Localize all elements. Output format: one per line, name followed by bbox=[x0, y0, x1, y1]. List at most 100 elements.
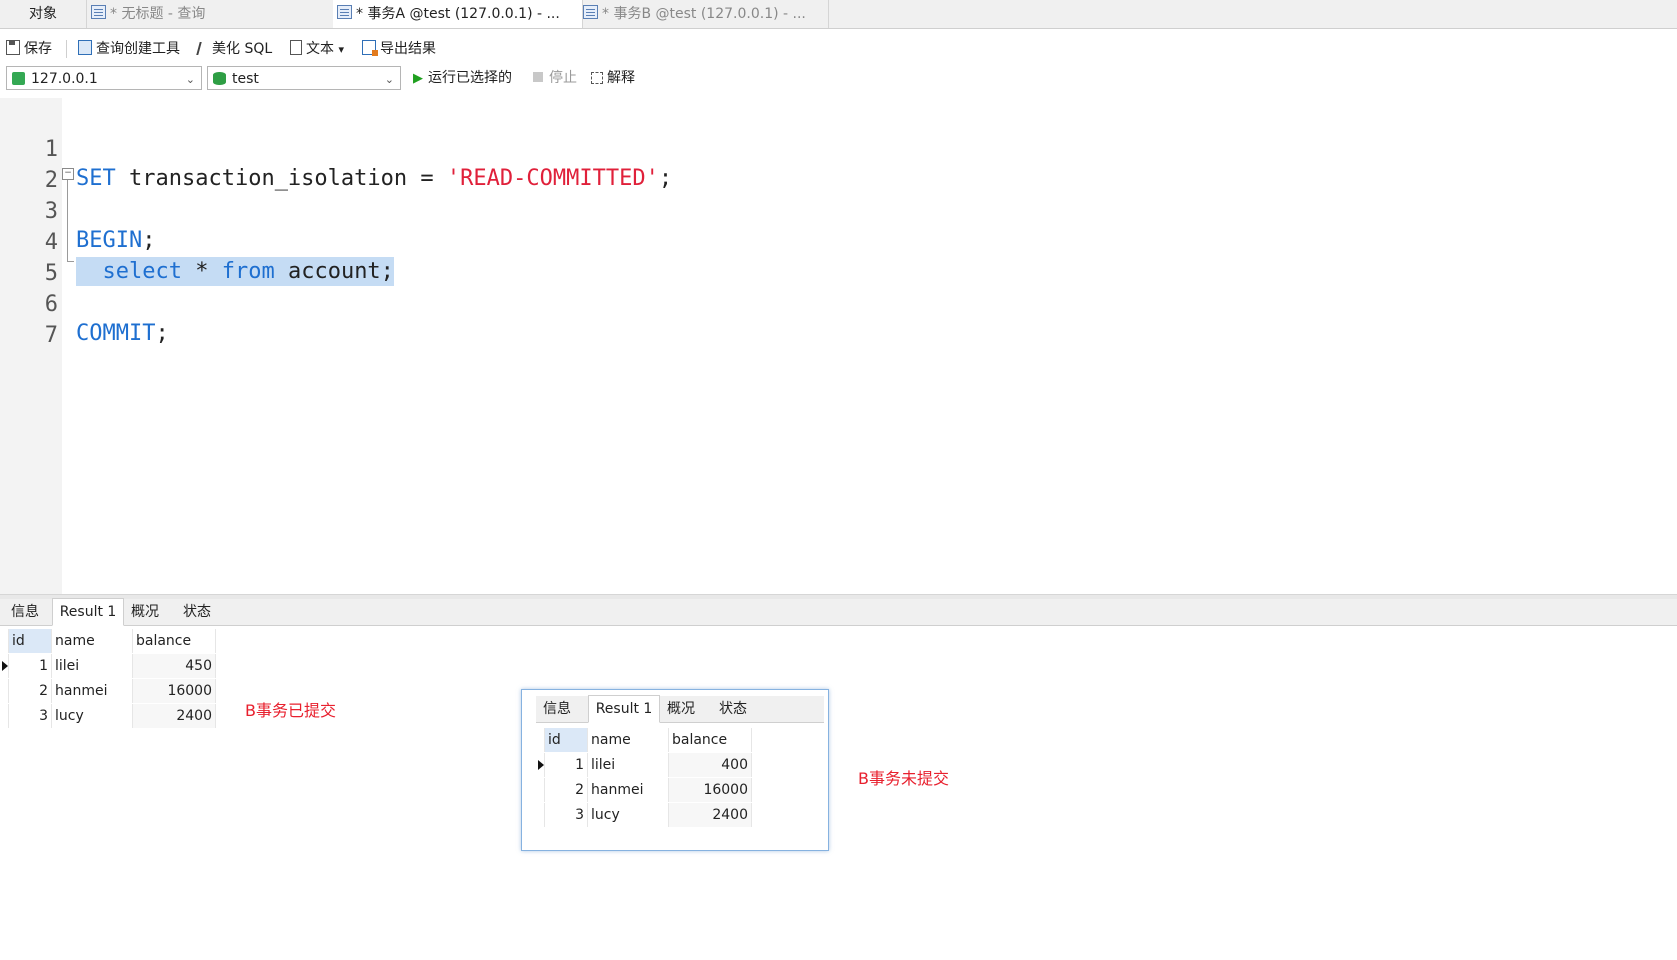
line-number: 7 bbox=[44, 323, 58, 348]
annotation-committed: B事务已提交 bbox=[245, 701, 336, 720]
annotation-uncommitted: B事务未提交 bbox=[858, 769, 949, 788]
column-header-id[interactable]: id bbox=[544, 728, 588, 753]
tab-status[interactable]: 状态 bbox=[712, 696, 754, 722]
query-icon bbox=[91, 5, 106, 19]
row-selector[interactable] bbox=[0, 678, 9, 704]
table-row[interactable]: 3 lucy 2400 bbox=[536, 802, 752, 828]
cell-name[interactable]: lilei bbox=[51, 653, 133, 679]
tab-profile[interactable]: 概况 bbox=[660, 696, 702, 722]
tab-result-1[interactable]: Result 1 bbox=[52, 598, 124, 626]
connection-icon bbox=[12, 72, 25, 85]
table-row[interactable]: 2 hanmei 16000 bbox=[536, 777, 752, 803]
table-row[interactable]: 2 hanmei 16000 bbox=[0, 678, 216, 704]
code-line-7: 7 bbox=[0, 292, 58, 348]
dropdown-arrow-icon: ▾ bbox=[338, 43, 344, 56]
run-selected-button[interactable]: ▶ 运行已选择的 bbox=[413, 66, 512, 90]
query-builder-button[interactable]: 查询创建工具 bbox=[78, 36, 180, 62]
result-grid[interactable]: id name balance 1 lilei 450 2 hanmei 160… bbox=[0, 629, 216, 729]
export-results-button[interactable]: 导出结果 bbox=[362, 36, 436, 62]
result-window-popup[interactable]: 信息 Result 1 概况 状态 id name balance 1 lile… bbox=[521, 689, 829, 851]
text-icon bbox=[290, 40, 302, 55]
column-header-name[interactable]: name bbox=[51, 629, 133, 654]
tab-transaction-a-label: * 事务A @test (127.0.0.1) - ... bbox=[356, 6, 560, 22]
tab-transaction-b[interactable]: * 事务B @test (127.0.0.1) - ... bbox=[579, 0, 829, 28]
row-selector[interactable] bbox=[536, 802, 545, 828]
cell-balance[interactable]: 450 bbox=[132, 653, 216, 679]
cell-name[interactable]: hanmei bbox=[587, 777, 669, 803]
row-selector-header bbox=[536, 728, 545, 753]
query-builder-label: 查询创建工具 bbox=[96, 41, 180, 57]
tab-info[interactable]: 信息 bbox=[4, 599, 46, 625]
tab-profile-label: 概况 bbox=[667, 701, 695, 717]
column-header-id[interactable]: id bbox=[8, 629, 52, 654]
text-button[interactable]: 文本 ▾ bbox=[290, 36, 344, 62]
cell-id[interactable]: 1 bbox=[544, 752, 588, 778]
tab-result-1[interactable]: Result 1 bbox=[588, 695, 660, 723]
cell-name[interactable]: lucy bbox=[587, 802, 669, 828]
grid-header-row: id name balance bbox=[536, 728, 752, 753]
code-line-6: 6 COMMIT; bbox=[0, 261, 169, 346]
database-icon bbox=[213, 72, 226, 85]
code-line-4: 4 select * from account; bbox=[0, 199, 394, 286]
column-header-name[interactable]: name bbox=[587, 728, 669, 753]
tab-info[interactable]: 信息 bbox=[536, 696, 578, 722]
tab-transaction-a[interactable]: * 事务A @test (127.0.0.1) - ... bbox=[333, 0, 583, 28]
fold-collapse-icon[interactable]: − bbox=[62, 168, 74, 180]
row-selector[interactable] bbox=[536, 752, 545, 778]
sql-keyword: BEGIN bbox=[76, 228, 143, 253]
connection-select[interactable]: 127.0.0.1 ⌄ bbox=[6, 66, 202, 90]
query-icon bbox=[337, 5, 352, 19]
table-row[interactable]: 1 lilei 450 bbox=[0, 653, 216, 679]
query-toolbar: 保存 查询创建工具 美化 SQL 文本 ▾ 导出结果 bbox=[0, 36, 1677, 62]
database-value: test bbox=[232, 71, 259, 87]
query-icon bbox=[583, 5, 598, 19]
table-row[interactable]: 3 lucy 2400 bbox=[0, 703, 216, 729]
save-button[interactable]: 保存 bbox=[6, 36, 52, 62]
stop-label: 停止 bbox=[549, 70, 577, 86]
sql-editor[interactable]: 1 SET transaction_isolation = 'READ-COMM… bbox=[0, 98, 1677, 594]
result-grid[interactable]: id name balance 1 lilei 400 2 hanmei 160… bbox=[536, 728, 752, 828]
toolbar-divider bbox=[66, 40, 67, 58]
cell-balance[interactable]: 16000 bbox=[668, 777, 752, 803]
export-results-label: 导出结果 bbox=[380, 41, 436, 57]
cell-id[interactable]: 3 bbox=[8, 703, 52, 729]
code-line-3: 3 BEGIN; bbox=[0, 168, 156, 253]
current-row-arrow-icon bbox=[538, 760, 544, 770]
column-header-balance[interactable]: balance bbox=[132, 629, 216, 654]
cell-balance[interactable]: 2400 bbox=[132, 703, 216, 729]
sql-text: ; bbox=[155, 321, 169, 346]
cell-balance[interactable]: 16000 bbox=[132, 678, 216, 704]
stop-icon bbox=[533, 72, 543, 82]
column-header-balance[interactable]: balance bbox=[668, 728, 752, 753]
beautify-sql-button[interactable]: 美化 SQL bbox=[196, 36, 272, 62]
connection-value: 127.0.0.1 bbox=[31, 71, 98, 87]
tab-result-1-label: Result 1 bbox=[59, 604, 117, 620]
row-selector[interactable] bbox=[0, 653, 9, 679]
tab-profile[interactable]: 概况 bbox=[124, 599, 166, 625]
table-row[interactable]: 1 lilei 400 bbox=[536, 752, 752, 778]
fold-guide bbox=[67, 180, 68, 262]
cell-balance[interactable]: 2400 bbox=[668, 802, 752, 828]
beautify-icon bbox=[196, 42, 210, 55]
result-tabs: 信息 Result 1 概况 状态 bbox=[536, 695, 824, 723]
database-select[interactable]: test ⌄ bbox=[207, 66, 401, 90]
sql-text: ; bbox=[658, 166, 673, 191]
sql-keyword: COMMIT bbox=[76, 321, 156, 346]
row-selector[interactable] bbox=[536, 777, 545, 803]
explain-button[interactable]: 解释 bbox=[591, 66, 635, 90]
cell-name[interactable]: hanmei bbox=[51, 678, 133, 704]
tab-untitled-query[interactable]: * 无标题 - 查询 bbox=[87, 0, 337, 28]
cell-name[interactable]: lilei bbox=[587, 752, 669, 778]
cell-id[interactable]: 2 bbox=[544, 777, 588, 803]
sql-indent bbox=[76, 259, 103, 284]
tab-status[interactable]: 状态 bbox=[176, 599, 218, 625]
stop-button[interactable]: 停止 bbox=[533, 66, 577, 90]
cell-id[interactable]: 3 bbox=[544, 802, 588, 828]
cell-id[interactable]: 2 bbox=[8, 678, 52, 704]
cell-id[interactable]: 1 bbox=[8, 653, 52, 679]
cell-name[interactable]: lucy bbox=[51, 703, 133, 729]
row-selector[interactable] bbox=[0, 703, 9, 729]
tab-objects[interactable]: 对象 bbox=[0, 0, 87, 28]
tab-status-label: 状态 bbox=[719, 701, 747, 717]
cell-balance[interactable]: 400 bbox=[668, 752, 752, 778]
